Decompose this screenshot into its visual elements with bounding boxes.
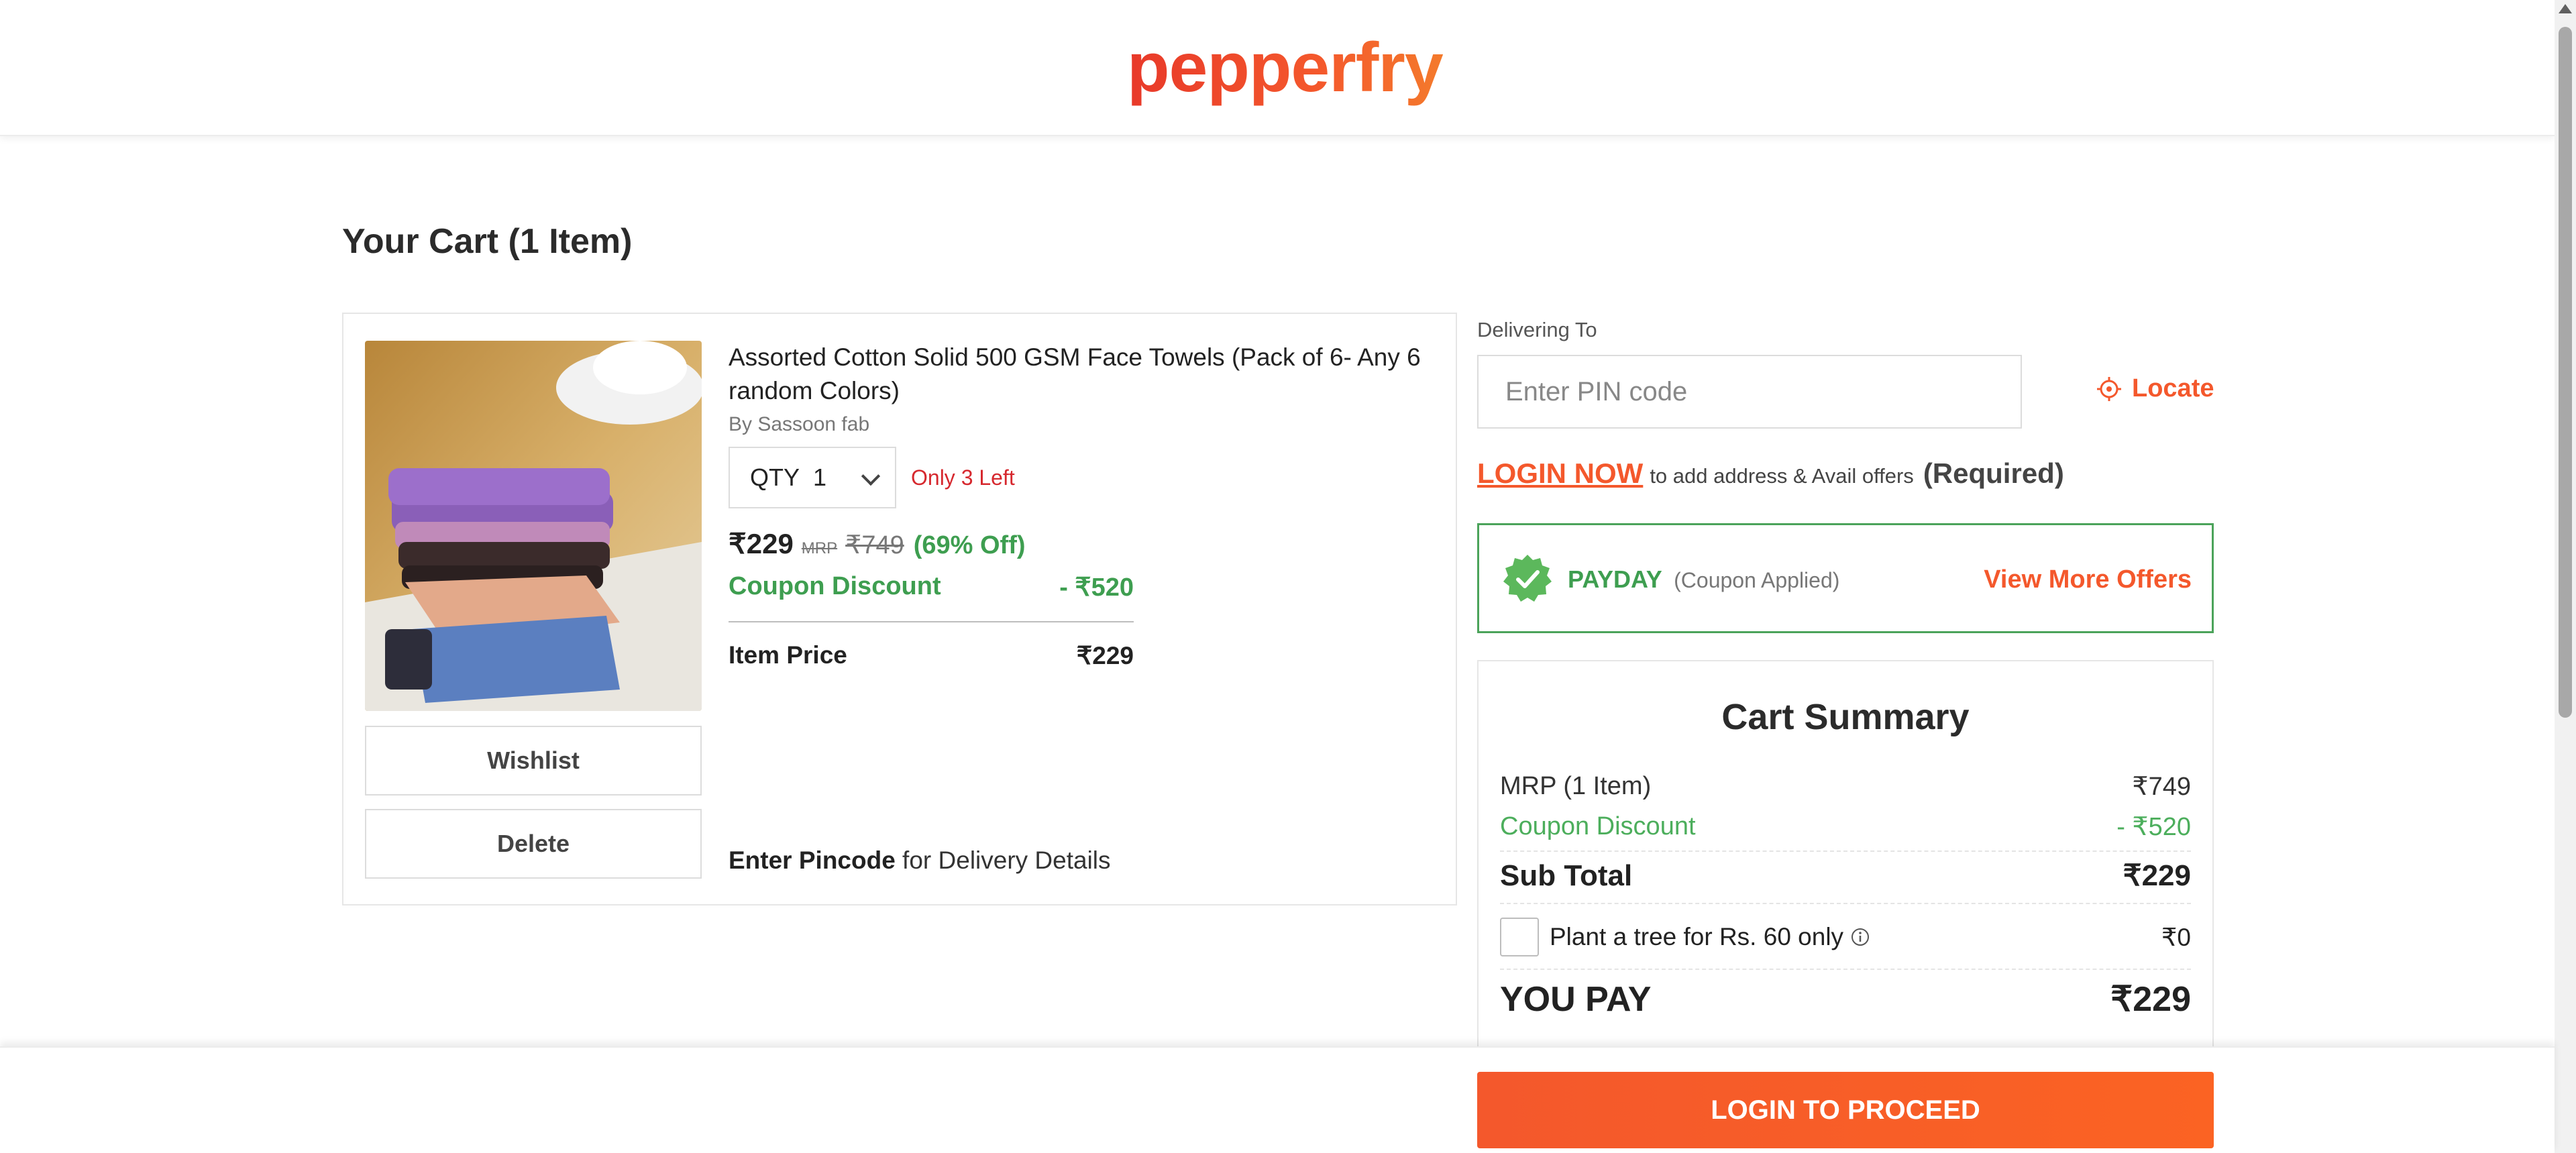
summary-subtotal-label: Sub Total: [1500, 859, 1633, 892]
locate-label: Locate: [2132, 374, 2214, 402]
qty-row: QTY 1 Only 3 Left: [729, 447, 1440, 508]
item-sale-price: ₹229: [729, 528, 794, 559]
item-coupon-row: Coupon Discount - ₹520: [729, 572, 1134, 602]
summary-coupon-value: - ₹520: [2116, 813, 2191, 841]
cart-title: Your Cart (1 Item): [342, 222, 633, 261]
applied-coupon-box: PAYDAY (Coupon Applied) View More Offers: [1477, 523, 2214, 633]
item-coupon-value: - ₹520: [1059, 573, 1134, 602]
login-now-link[interactable]: LOGIN NOW: [1477, 457, 1643, 490]
login-required-note: (Required): [1923, 457, 2064, 489]
locate-button[interactable]: Locate: [2096, 374, 2214, 403]
page-scrollbar[interactable]: [2555, 0, 2576, 1153]
qty-select[interactable]: QTY 1: [729, 447, 896, 508]
plant-tree-checkbox[interactable]: [1500, 918, 1539, 956]
you-pay-value: ₹229: [2110, 980, 2191, 1019]
login-to-proceed-button[interactable]: LOGIN TO PROCEED: [1477, 1072, 2214, 1148]
delete-button[interactable]: Delete: [365, 809, 702, 879]
coupon-code-text: PAYDAY: [1568, 565, 1662, 593]
summary-subtotal-value: ₹229: [2123, 859, 2191, 892]
mrp-tag: MRP: [801, 539, 838, 557]
coupon-status: (Coupon Applied): [1674, 568, 1840, 592]
item-mrp-price: ₹749: [845, 531, 904, 559]
chevron-down-icon: [861, 466, 881, 486]
summary-mrp-row: MRP (1 Item) ₹749: [1500, 771, 2191, 802]
scroll-thumb[interactable]: [2559, 27, 2572, 718]
stock-note: Only 3 Left: [911, 465, 1015, 490]
cart-summary: Cart Summary MRP (1 Item) ₹749 Coupon Di…: [1477, 660, 2214, 1062]
pincode-prompt-rest: for Delivery Details: [895, 846, 1111, 874]
plant-tree-label[interactable]: Plant a tree for Rs. 60 only: [1550, 923, 1843, 951]
delivering-to-label: Delivering To: [1477, 318, 1597, 341]
summary-mrp-value: ₹749: [2132, 773, 2191, 801]
qty-value: 1: [813, 463, 827, 491]
coupon-code: PAYDAY (Coupon Applied): [1568, 565, 1839, 594]
item-coupon-label: Coupon Discount: [729, 572, 941, 600]
qty-label: QTY: [750, 463, 800, 491]
product-name[interactable]: Assorted Cotton Solid 500 GSM Face Towel…: [729, 341, 1426, 408]
price-divider: [729, 621, 1134, 622]
pepperfry-logo[interactable]: pepperfry: [1127, 28, 1444, 108]
cart-item-card: Wishlist Delete Assorted Cotton Solid 50…: [342, 313, 1457, 905]
tree-option: Plant a tree for Rs. 60 only: [1500, 918, 1870, 956]
pin-code-input[interactable]: [1477, 355, 2022, 429]
info-icon[interactable]: [1850, 927, 1870, 947]
summary-pay-row: YOU PAY ₹229: [1500, 979, 2191, 1020]
plant-tree-value: ₹0: [2161, 923, 2191, 951]
item-price-label: Item Price: [729, 641, 847, 669]
summary-subtotal-row: Sub Total ₹229: [1500, 859, 2191, 893]
wishlist-button[interactable]: Wishlist: [365, 726, 702, 795]
locate-icon: [2097, 376, 2121, 401]
discount-percent: (69% Off): [913, 531, 1026, 559]
checkout-bar: LOGIN TO PROCEED: [0, 1046, 2555, 1153]
product-image[interactable]: [365, 341, 702, 711]
summary-divider: [1500, 903, 2191, 904]
pincode-prompt[interactable]: Enter Pincode for Delivery Details: [729, 846, 1111, 875]
pincode-prompt-bold: Enter Pincode: [729, 846, 896, 874]
item-price-row: Item Price ₹229: [729, 641, 1134, 670]
scroll-up-arrow-icon[interactable]: [2559, 4, 2572, 13]
site-header: pepperfry: [0, 0, 2555, 136]
login-prompt-text: to add address & Avail offers: [1650, 464, 1914, 488]
price-row: ₹229 MRP ₹749 (69% Off): [729, 527, 1440, 560]
coupon-check-badge-icon: [1503, 555, 1552, 602]
view-more-offers-link[interactable]: View More Offers: [1984, 565, 2192, 594]
item-price-value: ₹229: [1076, 642, 1134, 669]
login-prompt: LOGIN NOW to add address & Avail offers …: [1477, 457, 2064, 490]
cart-summary-title: Cart Summary: [1721, 697, 1970, 737]
product-info: Assorted Cotton Solid 500 GSM Face Towel…: [729, 341, 1440, 670]
summary-coupon-label: Coupon Discount: [1500, 812, 1696, 840]
summary-tree-row: Plant a tree for Rs. 60 only ₹0: [1500, 918, 2191, 956]
summary-mrp-label: MRP (1 Item): [1500, 772, 1652, 800]
you-pay-label: YOU PAY: [1500, 980, 1652, 1019]
summary-coupon-row: Coupon Discount - ₹520: [1500, 812, 2191, 842]
summary-divider: [1500, 969, 2191, 970]
summary-divider: [1500, 850, 2191, 852]
product-seller: By Sassoon fab: [729, 413, 870, 435]
